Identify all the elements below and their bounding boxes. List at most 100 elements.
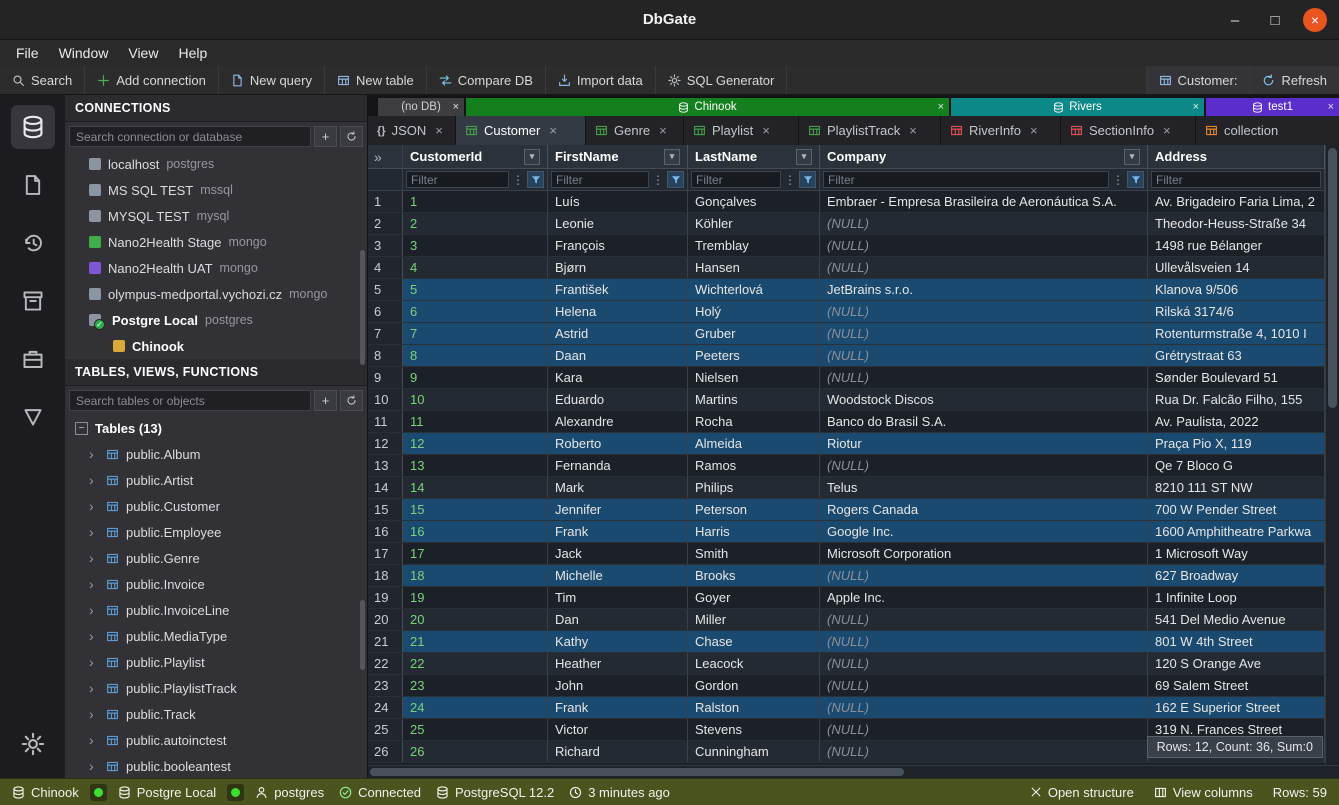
row-number[interactable]: 13 — [368, 455, 403, 476]
cell-company[interactable]: Banco do Brasil S.A. — [820, 411, 1148, 432]
row-number[interactable]: 22 — [368, 653, 403, 674]
tab-riverinfo[interactable]: RiverInfo × — [941, 116, 1061, 145]
cell-customerid[interactable]: 2 — [403, 213, 548, 234]
connection-item[interactable]: MYSQL TEST mysql — [65, 203, 367, 229]
cell-firstname[interactable]: Astrid — [548, 323, 688, 344]
cell-customerid[interactable]: 26 — [403, 741, 548, 762]
cell-customerid[interactable]: 16 — [403, 521, 548, 542]
cell-firstname[interactable]: Tim — [548, 587, 688, 608]
cell-lastname[interactable]: Brooks — [688, 565, 820, 586]
row-number[interactable]: 17 — [368, 543, 403, 564]
row-number[interactable]: 11 — [368, 411, 403, 432]
close-icon[interactable]: × — [762, 123, 770, 138]
cell-lastname[interactable]: Ramos — [688, 455, 820, 476]
row-number[interactable]: 9 — [368, 367, 403, 388]
cell-lastname[interactable]: Rocha — [688, 411, 820, 432]
chevron-right-icon[interactable]: › — [89, 602, 99, 618]
chevron-right-icon[interactable]: › — [89, 550, 99, 566]
row-number[interactable]: 25 — [368, 719, 403, 740]
filter-input-company[interactable] — [823, 171, 1109, 188]
menu-file[interactable]: File — [6, 42, 49, 64]
cell-firstname[interactable]: Bjørn — [548, 257, 688, 278]
row-number[interactable]: 26 — [368, 741, 403, 762]
sidebar-plugins-button[interactable] — [11, 337, 55, 381]
table-row[interactable]: 20 20 Dan Miller (NULL) 541 Del Medio Av… — [368, 609, 1325, 631]
filter-input-address[interactable] — [1151, 171, 1321, 188]
new-table-button[interactable]: New table — [325, 66, 427, 94]
cell-address[interactable]: Av. Brigadeiro Faria Lima, 2 — [1148, 191, 1325, 212]
cell-address[interactable]: Praça Pio X, 119 — [1148, 433, 1325, 454]
cell-address[interactable]: Sønder Boulevard 51 — [1148, 367, 1325, 388]
cell-firstname[interactable]: Richard — [548, 741, 688, 762]
cell-lastname[interactable]: Stevens — [688, 719, 820, 740]
column-dropdown-icon[interactable]: ▾ — [524, 149, 540, 165]
filter-input-lastname[interactable] — [691, 171, 781, 188]
row-number[interactable]: 16 — [368, 521, 403, 542]
cell-lastname[interactable]: Cunningham — [688, 741, 820, 762]
close-icon[interactable]: × — [453, 101, 459, 113]
cell-customerid[interactable]: 9 — [403, 367, 548, 388]
connections-scrollbar[interactable] — [360, 250, 365, 365]
sidebar-history-button[interactable] — [11, 221, 55, 265]
cell-customerid[interactable]: 25 — [403, 719, 548, 740]
cell-lastname[interactable]: Leacock — [688, 653, 820, 674]
connection-item[interactable]: Nano2Health UAT mongo — [65, 255, 367, 281]
cell-company[interactable]: (NULL) — [820, 213, 1148, 234]
open-structure-button[interactable]: Open structure — [1030, 785, 1134, 800]
table-item[interactable]: › public.booleantest — [65, 753, 367, 778]
column-header-firstname[interactable]: FirstName ▾ — [548, 145, 688, 168]
horizontal-scrollbar[interactable] — [368, 765, 1339, 778]
kebab-menu-icon[interactable]: ⋮ — [784, 173, 796, 187]
close-icon[interactable]: × — [549, 123, 557, 138]
sidebar-filter-button[interactable] — [11, 395, 55, 439]
kebab-menu-icon[interactable]: ⋮ — [512, 173, 524, 187]
status-database[interactable]: Chinook — [12, 785, 79, 800]
cell-lastname[interactable]: Philips — [688, 477, 820, 498]
customer-context-button[interactable]: Customer: — [1146, 66, 1250, 94]
cell-company[interactable]: Apple Inc. — [820, 587, 1148, 608]
cell-lastname[interactable]: Smith — [688, 543, 820, 564]
cell-address[interactable]: Av. Paulista, 2022 — [1148, 411, 1325, 432]
cell-firstname[interactable]: François — [548, 235, 688, 256]
table-item[interactable]: › public.InvoiceLine — [65, 597, 367, 623]
cell-company[interactable]: Telus — [820, 477, 1148, 498]
refresh-connections-button[interactable] — [340, 126, 363, 147]
cell-customerid[interactable]: 19 — [403, 587, 548, 608]
close-icon[interactable]: × — [938, 101, 944, 113]
tables-group-row[interactable]: − Tables (13) — [65, 415, 367, 441]
connection-item[interactable]: Chinook — [65, 333, 367, 359]
cell-company[interactable]: (NULL) — [820, 345, 1148, 366]
table-row[interactable]: 12 12 Roberto Almeida Riotur Praça Pio X… — [368, 433, 1325, 455]
close-icon[interactable]: × — [1328, 101, 1334, 113]
add-connection-button[interactable]: Add connection — [85, 66, 219, 94]
cell-firstname[interactable]: Kathy — [548, 631, 688, 652]
cell-company[interactable]: (NULL) — [820, 257, 1148, 278]
cell-company[interactable]: (NULL) — [820, 697, 1148, 718]
filter-input-customerid[interactable] — [406, 171, 509, 188]
table-row[interactable]: 21 21 Kathy Chase (NULL) 801 W 4th Stree… — [368, 631, 1325, 653]
cell-lastname[interactable]: Almeida — [688, 433, 820, 454]
cell-address[interactable]: Rotenturmstraße 4, 1010 I — [1148, 323, 1325, 344]
connection-item[interactable]: Nano2Health Stage mongo — [65, 229, 367, 255]
sidebar-archive-button[interactable] — [11, 279, 55, 323]
status-connection[interactable]: Postgre Local — [118, 785, 217, 800]
cell-firstname[interactable]: Kara — [548, 367, 688, 388]
cell-address[interactable]: 1 Microsoft Way — [1148, 543, 1325, 564]
table-item[interactable]: › public.autoinctest — [65, 727, 367, 753]
cell-firstname[interactable]: Mark — [548, 477, 688, 498]
cell-lastname[interactable]: Ralston — [688, 697, 820, 718]
cell-lastname[interactable]: Miller — [688, 609, 820, 630]
refresh-button[interactable]: Refresh — [1249, 66, 1339, 94]
table-row[interactable]: 14 14 Mark Philips Telus 8210 111 ST NW — [368, 477, 1325, 499]
table-item[interactable]: › public.Employee — [65, 519, 367, 545]
filter-funnel-icon[interactable] — [1127, 171, 1144, 188]
row-number[interactable]: 24 — [368, 697, 403, 718]
cell-customerid[interactable]: 23 — [403, 675, 548, 696]
row-number[interactable]: 3 — [368, 235, 403, 256]
tab-sectioninfo[interactable]: SectionInfo × — [1061, 116, 1196, 145]
close-icon[interactable]: × — [909, 123, 917, 138]
cell-firstname[interactable]: Dan — [548, 609, 688, 630]
cell-company[interactable]: Rogers Canada — [820, 499, 1148, 520]
refresh-tables-button[interactable] — [340, 390, 363, 411]
cell-address[interactable]: 627 Broadway — [1148, 565, 1325, 586]
